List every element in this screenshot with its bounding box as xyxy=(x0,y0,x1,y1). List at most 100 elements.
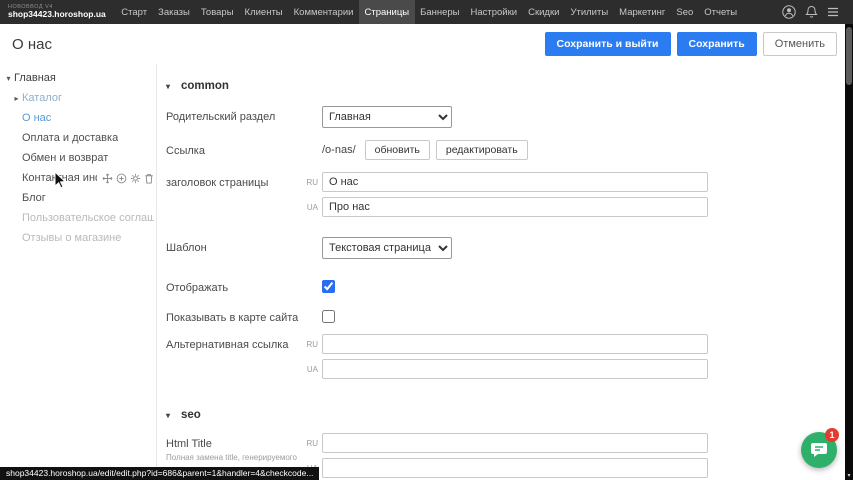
menu-item-banners[interactable]: Баннеры xyxy=(415,0,465,24)
link-label: Ссылка xyxy=(166,140,302,157)
link-refresh-button[interactable]: обновить xyxy=(365,140,430,160)
html-title-ru-input[interactable] xyxy=(322,433,708,453)
lang-ru-tag: RU xyxy=(302,340,318,349)
html-title-hint: Полная замена title, генерируемого xyxy=(166,453,302,463)
lang-ua-tag: UA xyxy=(302,365,318,374)
sidebar-item-user-agreement[interactable]: Пользовательское соглашение xyxy=(0,208,156,228)
sidebar-item-label: Контактная инфор xyxy=(22,172,97,184)
cancel-button[interactable]: Отменить xyxy=(763,32,837,56)
menu-item-comments[interactable]: Комментарии xyxy=(288,0,359,24)
scrollbar-thumb[interactable] xyxy=(846,27,852,85)
sidebar-item-home[interactable]: ▾ Главная xyxy=(0,68,156,88)
menu-item-reports[interactable]: Отчеты xyxy=(699,0,743,24)
sidebar-item-label: Блог xyxy=(22,192,46,204)
move-icon[interactable] xyxy=(102,173,113,184)
brand-logo[interactable]: НОВОВВОД V4 shop34423.horoshop.ua xyxy=(0,2,116,22)
delete-trash-icon[interactable] xyxy=(144,173,154,184)
sidebar-item-blog[interactable]: Блог xyxy=(0,188,156,208)
lang-ru-tag: RU xyxy=(302,439,318,448)
parent-section-select[interactable]: Главная xyxy=(322,106,452,128)
browser-status-url: shop34423.horoshop.ua/edit/edit.php?id=6… xyxy=(0,467,319,480)
caret-right-icon[interactable]: ▸ xyxy=(11,94,22,103)
link-edit-button[interactable]: редактировать xyxy=(436,140,528,160)
sidebar-item-label: Главная xyxy=(14,72,56,84)
header-actions: Сохранить и выйти Сохранить Отменить xyxy=(545,32,853,56)
sidebar-item-contact-info[interactable]: Контактная инфор xyxy=(0,168,156,188)
caret-down-icon: ▾ xyxy=(166,82,175,91)
add-subpage-icon[interactable] xyxy=(116,173,127,184)
brand-domain: shop34423.horoshop.ua xyxy=(8,10,106,20)
parent-section-label: Родительский раздел xyxy=(166,106,302,123)
menu-item-orders[interactable]: Заказы xyxy=(153,0,196,24)
field-link: Ссылка /o-nas/ обновить редактировать xyxy=(166,140,845,160)
menu-hamburger-icon[interactable] xyxy=(827,7,839,17)
template-select[interactable]: Текстовая страница xyxy=(322,237,452,259)
chat-widget-button[interactable]: 1 xyxy=(801,432,837,468)
caret-down-icon[interactable]: ▾ xyxy=(3,74,14,83)
menu-item-utilities[interactable]: Утилиты xyxy=(565,0,614,24)
scroll-down-arrow-icon[interactable]: ▾ xyxy=(845,472,853,479)
page-header: О нас Сохранить и выйти Сохранить Отмени… xyxy=(0,24,853,64)
page-title: О нас xyxy=(0,36,52,53)
menu-item-seo[interactable]: Seo xyxy=(671,0,699,24)
lang-ua-tag: UA xyxy=(302,203,318,212)
field-alt-link: Альтернативная ссылка RU UA xyxy=(166,334,845,379)
topbar: НОВОВВОД V4 shop34423.horoshop.ua Старт … xyxy=(0,0,853,24)
menu-item-discounts[interactable]: Скидки xyxy=(523,0,565,24)
field-display: Отображать xyxy=(166,277,845,294)
page-title-ua-input[interactable] xyxy=(322,197,708,217)
sidebar-item-catalog[interactable]: ▸ Каталог xyxy=(0,88,156,108)
sidebar-item-label: Оплата и доставка xyxy=(22,132,118,144)
notifications-bell-icon[interactable] xyxy=(805,5,818,19)
lang-ru-tag: RU xyxy=(302,178,318,187)
sidebar-item-exchange-return[interactable]: Обмен и возврат xyxy=(0,148,156,168)
sidebar-item-label: О нас xyxy=(22,112,51,124)
sidebar-item-about[interactable]: О нас xyxy=(0,108,156,128)
menu-item-pages[interactable]: Страницы xyxy=(359,0,415,24)
section-seo-title: seo xyxy=(181,409,201,421)
page-title-ru-input[interactable] xyxy=(322,172,708,192)
alt-link-ru-input[interactable] xyxy=(322,334,708,354)
sidebar-item-payment-delivery[interactable]: Оплата и доставка xyxy=(0,128,156,148)
topbar-right xyxy=(782,5,853,19)
top-menu: Старт Заказы Товары Клиенты Комментарии … xyxy=(116,0,743,24)
sidebar-item-label: Отзывы о магазине xyxy=(22,232,121,244)
field-page-title: заголовок страницы RU UA xyxy=(166,172,845,217)
alt-link-label: Альтернативная ссылка xyxy=(166,334,302,351)
sidebar-item-label: Обмен и возврат xyxy=(22,152,108,164)
sitemap-label: Показывать в карте сайта xyxy=(166,307,302,324)
field-parent-section: Родительский раздел Главная xyxy=(166,106,845,128)
page-edit-form: ▾ common Родительский раздел Главная Ссы… xyxy=(158,64,845,480)
alt-link-ua-input[interactable] xyxy=(322,359,708,379)
admin-app: НОВОВВОД V4 shop34423.horoshop.ua Старт … xyxy=(0,0,853,480)
chat-bubble-icon xyxy=(810,441,828,459)
menu-item-start[interactable]: Старт xyxy=(116,0,153,24)
html-title-label-text: Html Title xyxy=(166,438,212,450)
menu-item-products[interactable]: Товары xyxy=(195,0,239,24)
pages-tree-sidebar: ▾ Главная ▸ Каталог О нас Оплата и доста… xyxy=(0,64,157,480)
vertical-scrollbar[interactable]: ▾ xyxy=(845,24,853,480)
section-common-title: common xyxy=(181,80,229,92)
sidebar-item-shop-reviews[interactable]: Отзывы о магазине xyxy=(0,228,156,248)
menu-item-settings[interactable]: Настройки xyxy=(465,0,523,24)
menu-item-marketing[interactable]: Маркетинг xyxy=(614,0,671,24)
save-button[interactable]: Сохранить xyxy=(677,32,757,56)
sidebar-item-label: Пользовательское соглашение xyxy=(22,212,154,224)
sitemap-checkbox[interactable] xyxy=(322,310,335,323)
tree-row-actions xyxy=(102,173,154,184)
section-common[interactable]: ▾ common xyxy=(166,80,845,92)
settings-gear-icon[interactable] xyxy=(130,173,141,184)
caret-down-icon: ▾ xyxy=(166,411,175,420)
template-label: Шаблон xyxy=(166,237,302,254)
menu-item-clients[interactable]: Клиенты xyxy=(239,0,288,24)
page-title-label: заголовок страницы xyxy=(166,172,302,189)
save-and-exit-button[interactable]: Сохранить и выйти xyxy=(545,32,671,56)
display-label: Отображать xyxy=(166,277,302,294)
html-title-label: Html Title Полная замена title, генериру… xyxy=(166,433,302,463)
field-sitemap: Показывать в карте сайта xyxy=(166,307,845,324)
html-title-ua-input[interactable] xyxy=(322,458,708,478)
account-icon[interactable] xyxy=(782,5,796,19)
display-checkbox[interactable] xyxy=(322,280,335,293)
section-seo[interactable]: ▾ seo xyxy=(166,409,845,421)
link-path-value: /o-nas/ xyxy=(322,140,356,156)
